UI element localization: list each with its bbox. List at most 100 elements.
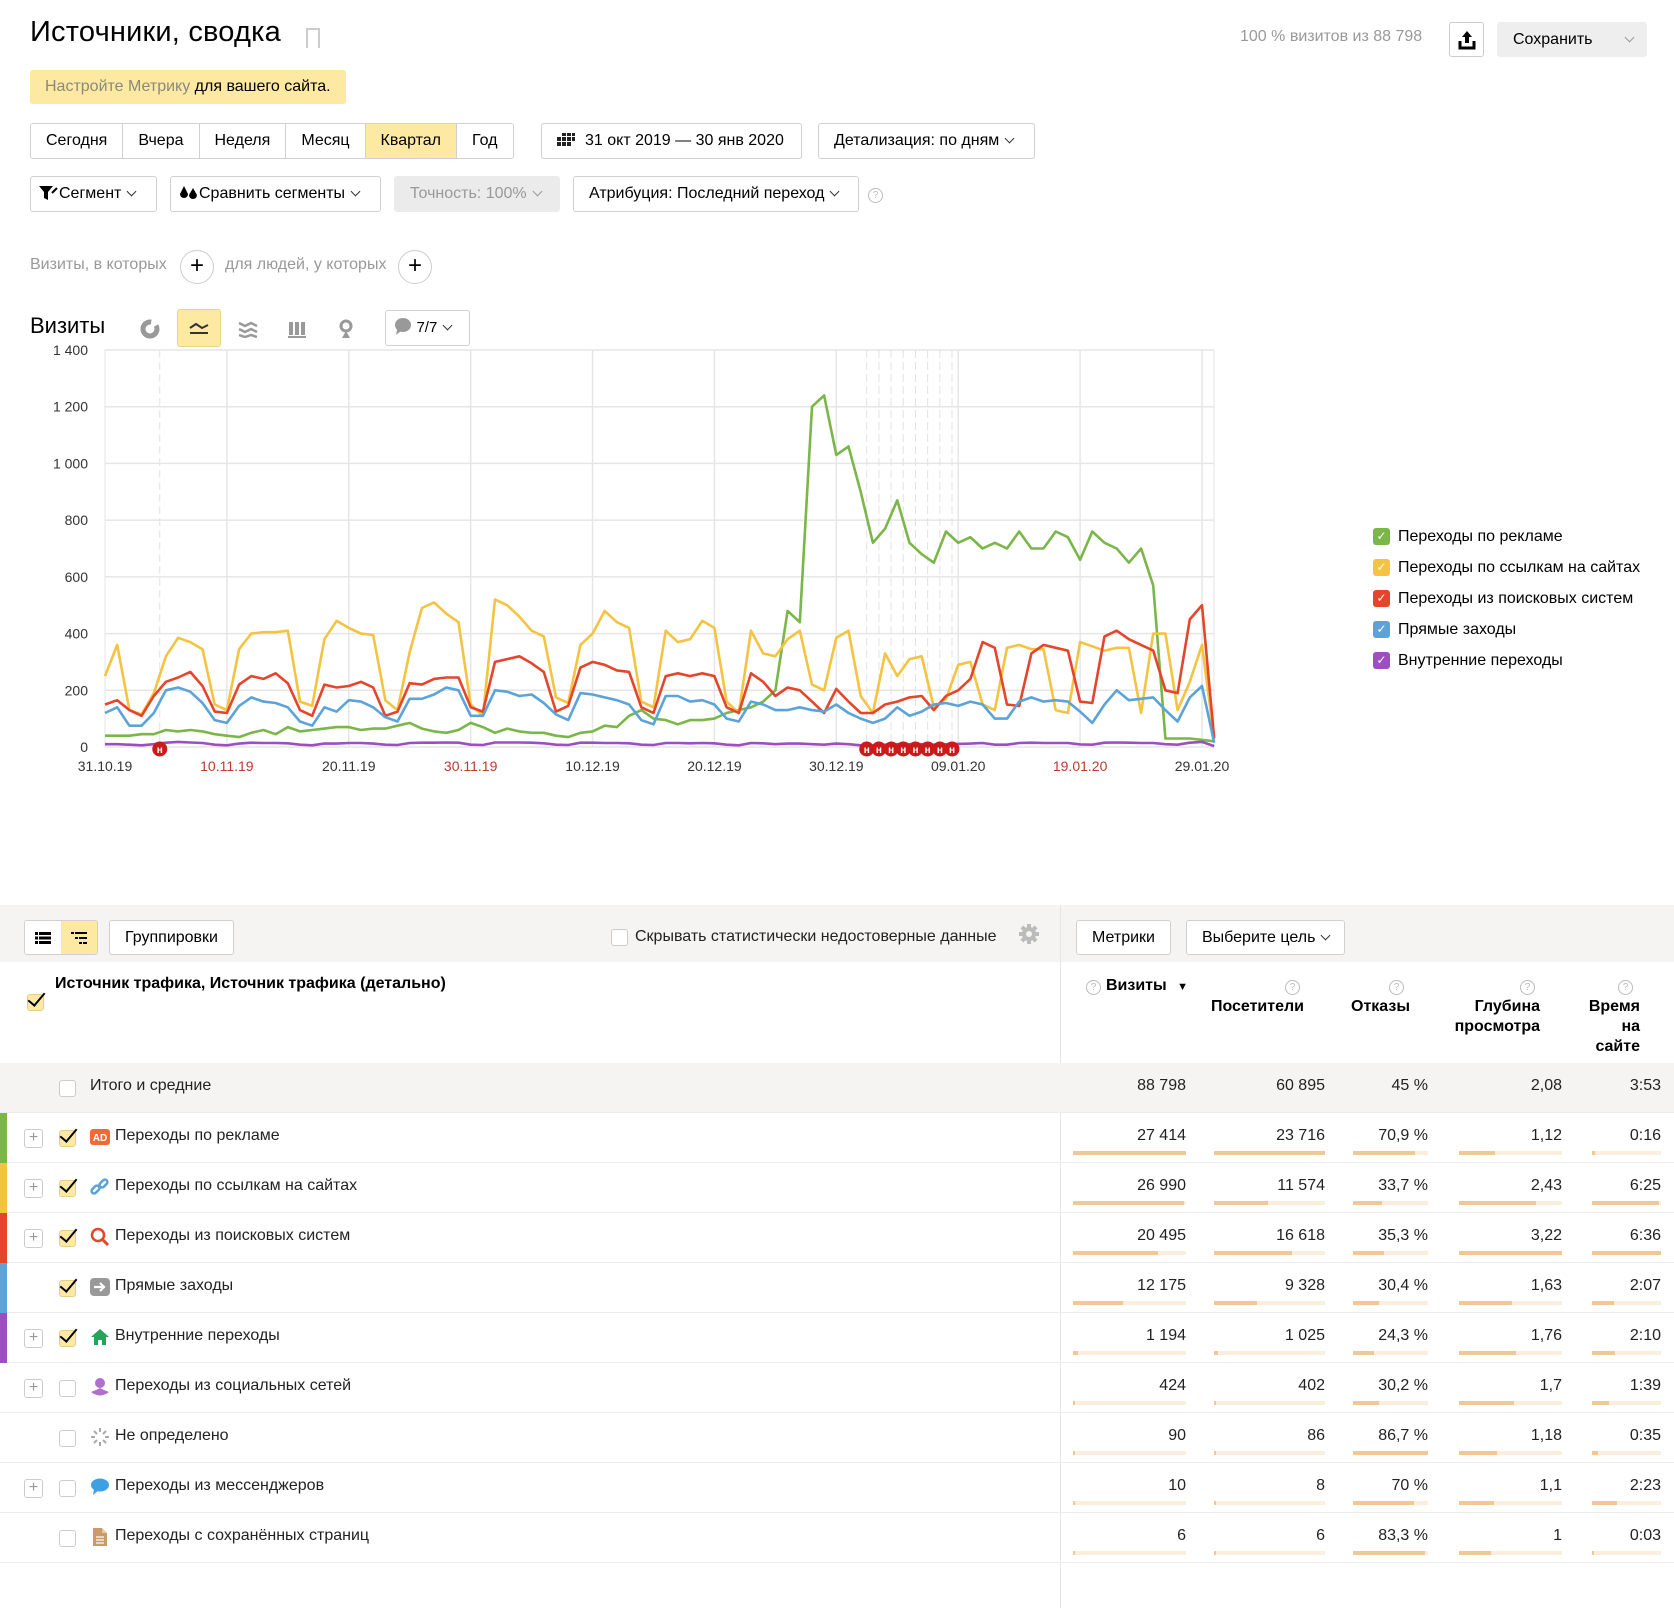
x-tick-label: 09.01.20 bbox=[931, 758, 986, 774]
groupings-button[interactable]: Группировки bbox=[109, 920, 234, 955]
tree-list-button[interactable] bbox=[61, 921, 97, 954]
metric-bar bbox=[1073, 1451, 1186, 1455]
visits-help-icon[interactable]: ? bbox=[1086, 980, 1101, 995]
metric-bar bbox=[1353, 1251, 1428, 1255]
export-button[interactable] bbox=[1449, 22, 1484, 57]
metric-bar bbox=[1073, 1551, 1186, 1555]
legend-label: Внутренние переходы bbox=[1398, 651, 1563, 669]
metric-bar-fill bbox=[1073, 1351, 1078, 1355]
annotation-bubble-icon bbox=[395, 318, 411, 335]
svg-text:н: н bbox=[888, 745, 894, 756]
row-checkbox[interactable] bbox=[59, 1180, 76, 1197]
table-settings-button[interactable] bbox=[1018, 923, 1040, 950]
depth-help-icon[interactable]: ? bbox=[1520, 980, 1535, 995]
expand-row-button[interactable]: + bbox=[24, 1379, 43, 1398]
choose-goal-dropdown[interactable]: Выберите цель bbox=[1186, 920, 1346, 955]
visitors-column-header[interactable]: Посетители bbox=[1210, 997, 1304, 1017]
social-user-icon bbox=[90, 1377, 110, 1397]
hide-unreliable-checkbox[interactable] bbox=[611, 929, 628, 946]
add-visit-condition-button[interactable]: + bbox=[180, 250, 214, 284]
time-column-header[interactable]: Время на сайте bbox=[1560, 997, 1640, 1057]
bounces-help-icon[interactable]: ? bbox=[1389, 980, 1404, 995]
total-checkbox[interactable] bbox=[59, 1080, 76, 1097]
table-row[interactable]: + AD Переходы по рекламе 27 414 23 716 70,9 %… bbox=[0, 1113, 1674, 1163]
legend-item[interactable]: ✓ Переходы по ссылкам на сайтах bbox=[1373, 552, 1640, 583]
row-checkbox[interactable] bbox=[59, 1330, 76, 1347]
time-label-2: на bbox=[1621, 1018, 1640, 1035]
time-help-icon[interactable]: ? bbox=[1618, 980, 1633, 995]
period-tab-1[interactable]: Вчера bbox=[123, 124, 200, 158]
table-row[interactable]: + Переходы из мессенджеров 10 8 70 % 1,1 2:23 bbox=[0, 1463, 1674, 1513]
date-range-button[interactable]: 31 окт 2019 — 30 янв 2020 bbox=[541, 123, 802, 159]
visits-condition-label: Визиты, в которых bbox=[30, 256, 167, 273]
bounces-column-header[interactable]: Отказы bbox=[1340, 997, 1410, 1017]
metric-cell: 35,3 % bbox=[1378, 1227, 1428, 1244]
period-tab-2[interactable]: Неделя bbox=[199, 124, 287, 158]
metric-cell: 3:53 bbox=[1629, 1077, 1661, 1094]
metric-cell: 11 574 bbox=[1277, 1177, 1325, 1194]
setup-metrica-link[interactable]: Настройте Метрику bbox=[45, 78, 190, 95]
legend-item[interactable]: ✓ Внутренние переходы bbox=[1373, 645, 1640, 676]
flat-list-button[interactable] bbox=[25, 921, 61, 954]
compare-drops-icon bbox=[180, 186, 197, 199]
add-people-condition-button[interactable]: + bbox=[398, 250, 432, 284]
expand-row-button[interactable]: + bbox=[24, 1329, 43, 1348]
expand-row-button[interactable]: + bbox=[24, 1479, 43, 1498]
legend-item[interactable]: ✓ Переходы из поисковых систем bbox=[1373, 583, 1640, 614]
table-row[interactable]: + Переходы из поисковых систем 20 495 16 61… bbox=[0, 1213, 1674, 1263]
row-checkbox[interactable] bbox=[59, 1530, 76, 1547]
row-checkbox[interactable] bbox=[59, 1480, 76, 1497]
depth-column-header[interactable]: Глубина просмотра bbox=[1440, 997, 1540, 1037]
metric-cell: 86,7 % bbox=[1378, 1427, 1428, 1444]
table-row[interactable]: + Переходы из социальных сетей 424 402 30,2 … bbox=[0, 1363, 1674, 1413]
row-checkbox[interactable] bbox=[59, 1230, 76, 1247]
row-checkbox[interactable] bbox=[59, 1130, 76, 1147]
attribution-dropdown[interactable]: Атрибуция: Последний переход bbox=[573, 176, 859, 212]
chevron-down-icon bbox=[442, 320, 453, 331]
table-row[interactable]: Не определено 90 86 86,7 % 1,18 0:35 bbox=[0, 1413, 1674, 1463]
metric-bar-fill bbox=[1592, 1401, 1610, 1405]
legend-label: Переходы по ссылкам на сайтах bbox=[1398, 558, 1641, 576]
detail-dropdown[interactable]: Детализация: по дням bbox=[818, 123, 1035, 159]
pie-chart-icon bbox=[140, 319, 160, 339]
table-row[interactable]: Прямые заходы 12 175 9 328 30,4 % 1,63 2:07 bbox=[0, 1263, 1674, 1313]
save-button[interactable]: Сохранить bbox=[1497, 22, 1647, 57]
notice-text: для вашего сайта. bbox=[190, 78, 331, 95]
dimension-header-checkbox[interactable] bbox=[27, 994, 44, 1011]
metric-bar bbox=[1214, 1151, 1325, 1155]
accuracy-dropdown[interactable]: Точность: 100% bbox=[394, 176, 560, 212]
table-row[interactable]: + Переходы по ссылкам на сайтах 26 990 11 5… bbox=[0, 1163, 1674, 1213]
expand-row-button[interactable]: + bbox=[24, 1229, 43, 1248]
row-checkbox[interactable] bbox=[59, 1280, 76, 1297]
legend-item[interactable]: ✓ Переходы по рекламе bbox=[1373, 521, 1640, 552]
expand-row-button[interactable]: + bbox=[24, 1129, 43, 1148]
help-icon[interactable]: ? bbox=[868, 188, 883, 203]
period-tab-4[interactable]: Квартал bbox=[365, 124, 458, 158]
period-tab-0[interactable]: Сегодня bbox=[31, 124, 124, 158]
metric-cell: 33,7 % bbox=[1378, 1177, 1428, 1194]
metric-bar-fill bbox=[1073, 1251, 1158, 1255]
row-label: Не определено bbox=[115, 1427, 229, 1444]
metric-cell: 0:16 bbox=[1629, 1127, 1661, 1144]
metric-bar bbox=[1214, 1551, 1325, 1555]
metric-cell: 0:35 bbox=[1629, 1427, 1661, 1444]
metric-bar-fill bbox=[1073, 1301, 1123, 1305]
metric-bar bbox=[1592, 1351, 1661, 1355]
bookmark-icon[interactable] bbox=[306, 28, 320, 54]
visitors-help-icon[interactable]: ? bbox=[1285, 980, 1300, 995]
period-tab-3[interactable]: Месяц bbox=[286, 124, 366, 158]
period-tab-5[interactable]: Год bbox=[457, 124, 513, 158]
legend-item[interactable]: ✓ Прямые заходы bbox=[1373, 614, 1640, 645]
table-row[interactable]: Переходы с сохранённых страниц 6 6 83,3 % 1 0… bbox=[0, 1513, 1674, 1563]
visits-column-header[interactable]: Визиты ▼ bbox=[1106, 976, 1188, 997]
table-row[interactable]: + Внутренние переходы 1 194 1 025 24,3 % 1,76… bbox=[0, 1313, 1674, 1363]
visits-line-chart: 0 200 400 600 800 1 000 1 200 1 400 31.10.19 10.1… bbox=[53, 342, 1230, 774]
row-checkbox[interactable] bbox=[59, 1380, 76, 1397]
row-checkbox[interactable] bbox=[59, 1430, 76, 1447]
metric-bar-fill bbox=[1214, 1551, 1216, 1555]
metrics-button[interactable]: Метрики bbox=[1076, 920, 1171, 955]
compare-segments-button[interactable]: Сравнить сегменты bbox=[170, 176, 381, 212]
legend-label: Переходы из поисковых систем bbox=[1398, 589, 1634, 607]
segment-button[interactable]: Сегмент bbox=[30, 176, 157, 212]
expand-row-button[interactable]: + bbox=[24, 1179, 43, 1198]
